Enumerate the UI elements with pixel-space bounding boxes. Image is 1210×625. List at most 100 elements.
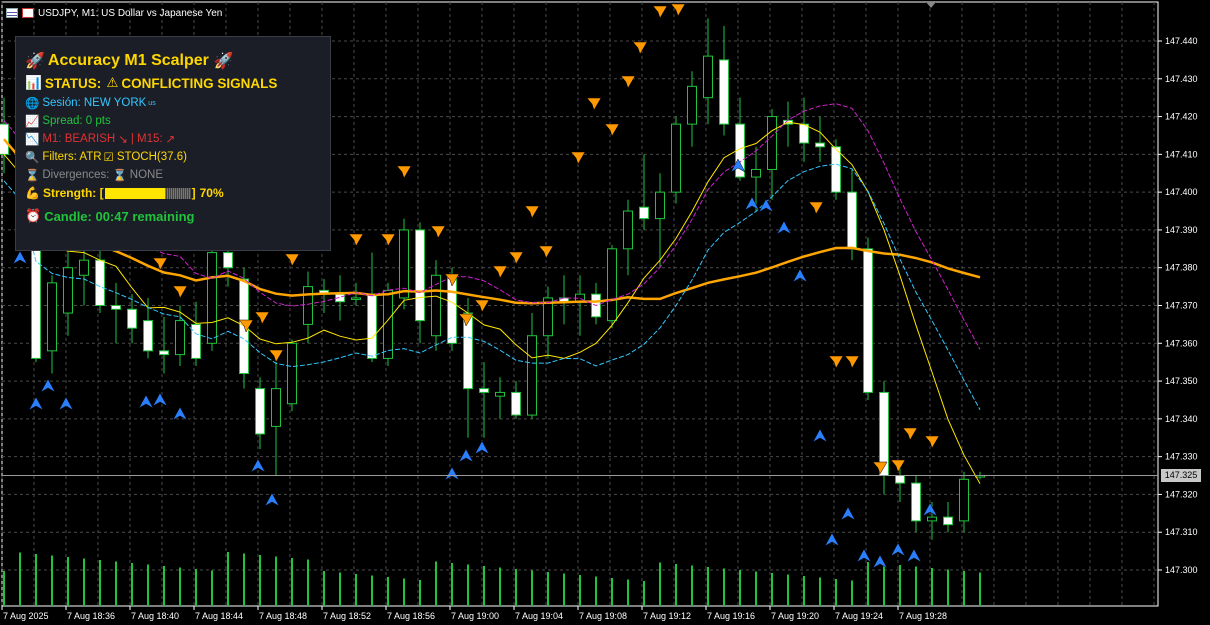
candle-bear (847, 191, 857, 250)
candle-bull (703, 55, 713, 99)
time-tick-label: 7 Aug 19:04 (515, 611, 563, 621)
time-tick-label: 7 Aug 18:44 (195, 611, 243, 621)
time-tick-label: 7 Aug 19:16 (707, 611, 755, 621)
candle-bull (623, 210, 633, 250)
hourglass-icon: ⌛ (112, 170, 127, 182)
candle-bear (127, 308, 137, 329)
candle-timer: Candle: 00:47 remaining (44, 208, 195, 224)
status-row: 📊 STATUS: ⚠ CONFLICTING SIGNALS (25, 75, 277, 91)
divergences-value: NONE (129, 169, 164, 181)
time-tick-label: 7 Aug 19:00 (451, 611, 499, 621)
session-flag: us (148, 99, 156, 107)
time-tick-label: 7 Aug 18:36 (67, 611, 115, 621)
magnifier-icon: 🔍 (25, 152, 40, 164)
rocket-icon: 🚀 (25, 53, 45, 70)
hourglass-icon: ⌛ (25, 170, 40, 182)
candle-bear (895, 475, 905, 484)
signal-row: 📉 M1: BEARISH ↘ | M15: ↗ (25, 132, 175, 146)
spread-value: Spread: 0 pts (42, 115, 111, 127)
time-tick-label: 7 Aug 19:20 (771, 611, 819, 621)
candle-bear (111, 305, 121, 310)
strength-label: Strength: [ (42, 186, 104, 200)
signal-icon: 📉 (25, 134, 40, 146)
market-icon[interactable] (22, 8, 34, 18)
chart-title-bar: USDJPY, M1: US Dollar vs Japanese Yen (6, 6, 222, 20)
strength-icon: 💪 (25, 186, 40, 200)
candle-bear (255, 388, 265, 435)
candle-bear (815, 142, 825, 148)
divergences-row: ⌛ Divergences: ⌛ NONE (25, 168, 163, 182)
strength-row: 💪 Strength: [ ] 70% (25, 186, 224, 200)
chart-bar-icon: 📊 (25, 75, 42, 90)
price-tick-label: 147.430 (1165, 74, 1198, 84)
time-tick-label: 7 Aug 19:24 (835, 611, 883, 621)
checkbox-icon: ☑ (103, 152, 114, 164)
candle-bear (367, 293, 377, 359)
divergences-label: Divergences: (42, 169, 110, 181)
signal-m15: | M15: (130, 133, 163, 145)
time-tick-label: 7 Aug 18:52 (323, 611, 371, 621)
time-tick-label: 7 Aug 19:12 (643, 611, 691, 621)
candle-row: ⏰ Candle: 00:47 remaining (25, 208, 194, 224)
time-tick-label: 7 Aug 18:40 (131, 611, 179, 621)
price-tick-label: 147.380 (1165, 263, 1198, 273)
spread-row: 📈 Spread: 0 pts (25, 114, 111, 128)
session-row: 🌐 Sesión: NEW YORK us (25, 96, 156, 110)
scalper-info-panel: 🚀 Accuracy M1 Scalper 🚀 📊 STATUS: ⚠ CONF… (15, 36, 331, 251)
candle-bull (751, 168, 761, 178)
time-tick-label: 7 Aug 18:56 (387, 611, 435, 621)
strength-end: ] (191, 186, 196, 200)
arrow-down-right-icon: ↘ (118, 134, 128, 146)
price-tick-label: 147.420 (1165, 112, 1198, 122)
candle-bull (47, 282, 57, 352)
time-tick-label: 7 Aug 2025 (3, 611, 49, 621)
price-tick-label: 147.360 (1165, 338, 1198, 348)
price-tick-label: 147.330 (1165, 452, 1198, 462)
time-tick-label: 7 Aug 19:08 (579, 611, 627, 621)
candle-bull (175, 320, 185, 356)
candle-bull (767, 116, 777, 170)
warning-icon: ⚠ (106, 75, 119, 90)
chart-title: USDJPY, M1: US Dollar vs Japanese Yen (38, 7, 223, 19)
price-tick-label: 147.310 (1165, 527, 1198, 537)
candle-bear (911, 482, 921, 522)
filter-atr: Filters: ATR (42, 151, 102, 163)
candle-bear (95, 259, 105, 306)
price-tick-label: 147.300 (1165, 565, 1198, 575)
candle-bull (303, 286, 313, 325)
signal-m1: M1: BEARISH (42, 133, 116, 145)
candle-bear (719, 59, 729, 125)
candle-bear (31, 248, 41, 359)
rocket-icon: 🚀 (213, 53, 234, 70)
candle-bull (63, 267, 73, 314)
panel-title-text: Accuracy M1 Scalper (47, 52, 209, 69)
candle-bull (207, 252, 217, 344)
table-icon[interactable] (6, 8, 18, 18)
alarm-clock-icon: ⏰ (25, 208, 42, 223)
candle-bull (351, 297, 361, 300)
candle-bull (79, 259, 89, 276)
status-label: STATUS: (44, 75, 102, 91)
candle-bear (639, 206, 649, 220)
price-tick-label: 147.340 (1165, 414, 1198, 424)
candle-bear (463, 312, 473, 390)
candle-bull (287, 342, 297, 405)
time-tick-label: 7 Aug 19:28 (899, 611, 947, 621)
candle-bear (831, 146, 841, 193)
candle-bull (271, 388, 281, 427)
price-tick-label: 147.390 (1165, 225, 1198, 235)
strength-percent: 70% (199, 186, 224, 200)
candle-bear (863, 248, 873, 393)
price-tick-label: 147.400 (1165, 187, 1198, 197)
panel-title: 🚀 Accuracy M1 Scalper 🚀 (25, 51, 237, 71)
candle-bear (159, 350, 169, 356)
candle-bull (527, 335, 537, 416)
candle-bear (415, 229, 425, 322)
price-tick-label: 147.350 (1165, 376, 1198, 386)
status-value: CONFLICTING SIGNALS (121, 75, 278, 91)
strength-bar (104, 187, 191, 199)
candle-bear (143, 320, 153, 352)
price-tick-label: 147.320 (1165, 489, 1198, 499)
candle-bull (495, 391, 505, 397)
price-tick-label: 147.370 (1165, 301, 1198, 311)
